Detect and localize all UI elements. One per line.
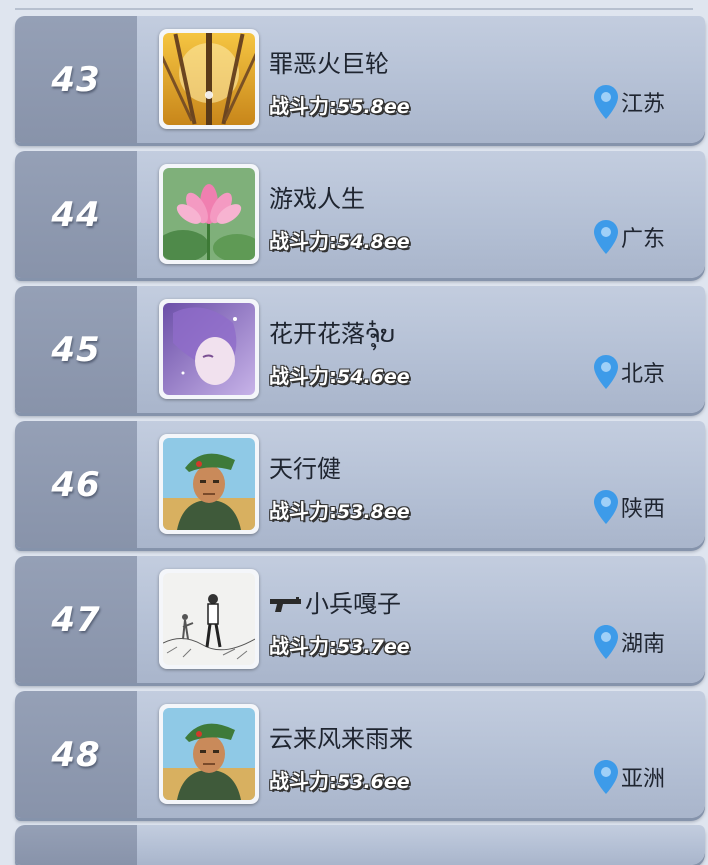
combat-power-label: 战斗力:	[269, 229, 337, 253]
location-text: 湖南	[620, 632, 665, 657]
location: 湖南	[593, 624, 665, 660]
rank-cell: 43	[15, 16, 137, 143]
combat-power-value: 53.8ee	[337, 501, 410, 523]
leaderboard-row[interactable]: 44 游戏人生 战斗力:54.8ee 广东	[15, 151, 705, 278]
pink-lotus-avatar-image	[163, 168, 255, 260]
top-divider	[15, 8, 693, 10]
leaderboard-row-partial[interactable]	[15, 825, 705, 865]
combat-power: 战斗力:55.8ee	[269, 90, 410, 119]
combat-power: 战斗力:53.7ee	[269, 630, 410, 659]
rank-number: 43	[51, 59, 101, 100]
player-name: 小兵嘎子	[269, 584, 401, 619]
location-text: 江苏	[620, 92, 665, 117]
combat-power-value: 54.6ee	[337, 366, 410, 388]
combat-power: 战斗力:53.6ee	[269, 765, 410, 794]
location: 江苏	[593, 84, 665, 120]
player-name: 花开花落ຈຸ໋ບ	[269, 320, 396, 348]
purple-anime-girl-avatar-image	[163, 303, 255, 395]
location-pin-icon	[593, 85, 618, 119]
location-pin-icon	[593, 355, 618, 389]
pistol-icon	[270, 597, 301, 612]
rank-cell: 46	[15, 421, 137, 548]
leaderboard-row[interactable]: 48 云来风来雨来 战斗力:53.6ee 亚洲	[15, 691, 705, 818]
location-text: 亚洲	[620, 767, 665, 792]
player-name: 游戏人生	[269, 185, 365, 213]
combat-power-label: 战斗力:	[269, 769, 337, 793]
location-pin-icon	[593, 490, 618, 524]
player-name: 罪恶火巨轮	[269, 50, 389, 78]
leaderboard-row[interactable]: 43 罪恶火巨轮 战斗力:55.8ee 江苏	[15, 16, 705, 143]
combat-power: 战斗力:53.8ee	[269, 495, 410, 524]
sketch-soldiers-avatar-image	[163, 573, 255, 665]
avatar[interactable]	[159, 434, 259, 534]
location-pin-icon	[593, 625, 618, 659]
location-pin-icon	[593, 220, 618, 254]
leaderboard-row[interactable]: 47 小兵嘎子 战斗力:53.7ee 湖南	[15, 556, 705, 683]
combat-power-label: 战斗力:	[269, 364, 337, 388]
combat-power-value: 54.8ee	[337, 231, 410, 253]
rank-cell: 48	[15, 691, 137, 818]
autumn-forest-avatar-image	[163, 33, 255, 125]
combat-power-label: 战斗力:	[269, 94, 337, 118]
combat-power-label: 战斗力:	[269, 634, 337, 658]
player-name: 云来风来雨来	[269, 725, 413, 753]
avatar[interactable]	[159, 569, 259, 669]
location: 陕西	[593, 489, 665, 525]
location-text: 广东	[620, 227, 665, 252]
rank-cell: 45	[15, 286, 137, 413]
avatar[interactable]	[159, 299, 259, 399]
location: 亚洲	[593, 759, 665, 795]
avatar[interactable]	[159, 164, 259, 264]
rank-cell: 47	[15, 556, 137, 683]
rank-number: 46	[51, 464, 101, 505]
combat-power-value: 53.7ee	[337, 636, 410, 658]
avatar[interactable]	[159, 29, 259, 129]
combat-power: 战斗力:54.6ee	[269, 360, 410, 389]
rank-cell	[15, 825, 137, 865]
combat-power-value: 53.6ee	[337, 771, 410, 793]
location-text: 陕西	[620, 497, 665, 522]
player-name-text: 小兵嘎子	[305, 590, 401, 618]
combat-power-label: 战斗力:	[269, 499, 337, 523]
rank-number: 44	[51, 194, 101, 235]
soldier-green-beret-avatar-image	[163, 708, 255, 800]
soldier-green-beret-avatar-image	[163, 438, 255, 530]
combat-power-value: 55.8ee	[337, 96, 410, 118]
rank-number: 45	[51, 329, 101, 370]
location-text: 北京	[620, 362, 665, 387]
leaderboard-row[interactable]: 46 天行健 战斗力:53.8ee 陕西	[15, 421, 705, 548]
location: 广东	[593, 219, 665, 255]
player-name: 天行健	[269, 455, 341, 483]
leaderboard-row[interactable]: 45 花开花落ຈຸ໋ບ 战斗力:54.6ee 北京	[15, 286, 705, 413]
location-pin-icon	[593, 760, 618, 794]
rank-number: 48	[51, 734, 101, 775]
avatar[interactable]	[159, 704, 259, 804]
rank-cell: 44	[15, 151, 137, 278]
rank-number: 47	[51, 599, 101, 640]
combat-power: 战斗力:54.8ee	[269, 225, 410, 254]
location: 北京	[593, 354, 665, 390]
